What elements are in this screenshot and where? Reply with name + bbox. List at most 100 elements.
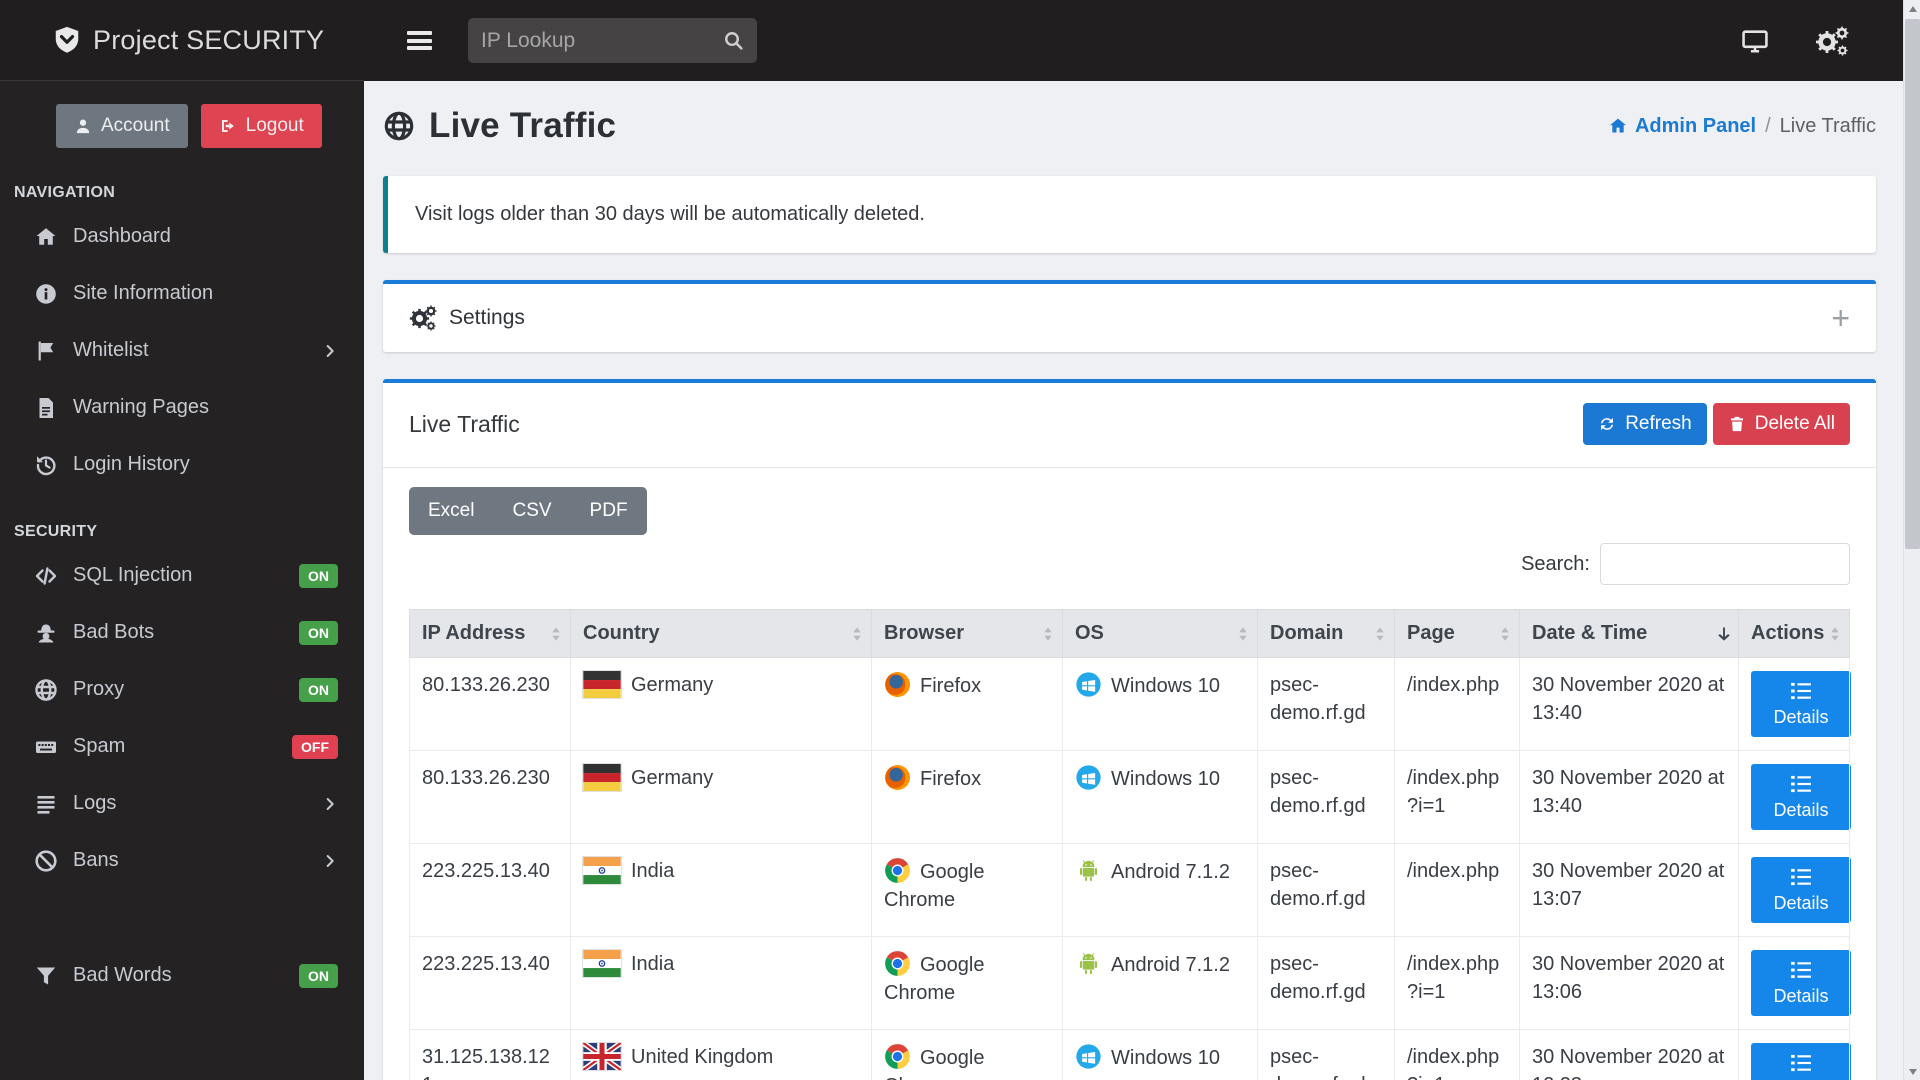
ip-cell: 31.125.138.121 [410,1030,571,1080]
logout-button[interactable]: Logout [201,104,322,148]
sidebar-item-login-history[interactable]: Login History [0,436,364,493]
actions-cell: Details [1739,1030,1850,1080]
status-badge: ON [299,678,338,702]
ip-cell: 223.225.13.40 [410,937,571,1030]
sidebar-item-bans[interactable]: Bans [0,832,364,889]
code-icon [33,563,59,589]
sidebar-item-sql-injection[interactable]: SQL Injection ON [0,547,364,604]
ip-cell: 223.225.13.40 [410,844,571,937]
scrollbar-up-arrow[interactable] [1904,0,1920,17]
status-badge: ON [299,964,338,988]
sidebar-item-bad-bots[interactable]: Bad Bots ON [0,604,364,661]
datetime-cell: 30 November 2020 at 13:40 [1520,751,1739,844]
account-label: Account [101,115,170,137]
column-header-browser[interactable]: Browser [872,610,1063,658]
firefox-icon [884,671,911,698]
column-header-os[interactable]: OS [1063,610,1258,658]
details-button[interactable]: Details [1751,764,1851,830]
scrollbar-thumb[interactable] [1905,19,1920,549]
sidebar-item-proxy[interactable]: Proxy ON [0,661,364,718]
page-cell: /index.php?i=1 [1395,937,1520,1030]
status-badge: OFF [292,735,338,759]
table-header-row: IP Address Country Browser OS Domain Pag… [410,610,1850,658]
country-cell: United Kingdom [571,1030,872,1080]
details-button[interactable]: Details [1751,857,1851,923]
column-header-datetime[interactable]: Date & Time [1520,610,1739,658]
search-label: Search: [1521,553,1590,576]
gears-icon [409,305,439,331]
details-button[interactable]: Details [1751,1043,1851,1080]
spy-icon [33,620,59,646]
settings-panel[interactable]: Settings + [383,280,1876,352]
country-cell: Germany [571,751,872,844]
domain-cell: psec-demo.rf.gd [1258,1030,1395,1080]
breadcrumb-current: Live Traffic [1780,115,1876,138]
column-header-actions[interactable]: Actions [1739,610,1850,658]
page-cell: /index.php?i=1 [1395,1030,1520,1080]
sidebar-item-warning-pages[interactable]: Warning Pages [0,379,364,436]
main-content: Live Traffic Admin Panel / Live Traffic … [364,0,1903,1080]
table-row: 223.225.13.40 India Google Chrome Androi… [410,937,1850,1030]
sidebar-item-site-information[interactable]: Site Information [0,265,364,322]
sidebar-item-whitelist[interactable]: Whitelist [0,322,364,379]
ban-icon [33,848,59,874]
export-button-group: Excel CSV PDF [409,487,647,535]
chrome-icon [884,1043,911,1070]
scrollbar-down-arrow[interactable] [1904,1063,1920,1080]
breadcrumb-admin-panel[interactable]: Admin Panel [1608,115,1756,138]
column-header-country[interactable]: Country [571,610,872,658]
sidebar-item-logs[interactable]: Logs [0,775,364,832]
sidebar-item-spam[interactable]: Spam OFF [0,718,364,775]
nav-section: NAVIGATION Dashboard Site Information Wh… [0,184,364,493]
sidebar-item-label: Logs [73,792,116,815]
chrome-icon [884,857,911,884]
column-header-ip[interactable]: IP Address [410,610,571,658]
home-icon [33,224,59,250]
browser-cell: Firefox [872,658,1063,751]
sidebar-item-bad-words[interactable]: Bad Words ON [0,947,364,1004]
account-button[interactable]: Account [56,104,188,148]
list-details-icon [1790,961,1812,979]
table-search-input[interactable] [1600,543,1850,585]
hamburger-icon[interactable] [407,28,432,54]
card-body: Excel CSV PDF Search: IP Address Country [383,468,1876,1080]
ip-cell: 80.133.26.230 [410,751,571,844]
column-header-domain[interactable]: Domain [1258,610,1395,658]
expand-plus-button[interactable]: + [1831,308,1850,328]
details-button[interactable]: Details [1751,950,1851,1016]
datetime-cell: 30 November 2020 at 13:07 [1520,844,1739,937]
page-scrollbar[interactable] [1903,0,1920,1080]
sidebar-item-dashboard[interactable]: Dashboard [0,208,364,265]
os-cell: Android 7.1.2 [1063,844,1258,937]
signout-icon [219,117,237,135]
page-cell: /index.php [1395,658,1520,751]
page-title: Live Traffic [429,106,616,146]
status-badge: ON [299,564,338,588]
sidebar-item-label: Login History [73,453,190,476]
globe-icon [383,110,415,142]
domain-cell: psec-demo.rf.gd [1258,751,1395,844]
uk-flag [583,1043,621,1070]
gears-icon[interactable] [1815,26,1849,56]
export-pdf-button[interactable]: PDF [571,487,647,535]
delete-all-button[interactable]: Delete All [1713,403,1850,445]
search-icon[interactable] [723,30,744,51]
page-cell: /index.php?i=1 [1395,751,1520,844]
export-csv-button[interactable]: CSV [493,487,570,535]
details-button[interactable]: Details [1751,671,1851,737]
page-header: Live Traffic Admin Panel / Live Traffic [383,106,1876,146]
browser-cell: Google Chrome [872,1030,1063,1080]
sidebar-item-label: Site Information [73,282,213,305]
search-input[interactable] [481,29,723,53]
sort-icon [1828,626,1842,641]
refresh-button[interactable]: Refresh [1583,403,1707,445]
table-row: 80.133.26.230 Germany Firefox Windows 10… [410,751,1850,844]
globe-icon [33,677,59,703]
list-details-icon [1790,682,1812,700]
windows-icon [1075,764,1102,791]
export-excel-button[interactable]: Excel [409,487,493,535]
chevron-right-icon [322,796,338,812]
brand[interactable]: Project SECURITY [0,0,364,81]
monitor-icon[interactable] [1741,27,1769,55]
column-header-page[interactable]: Page [1395,610,1520,658]
